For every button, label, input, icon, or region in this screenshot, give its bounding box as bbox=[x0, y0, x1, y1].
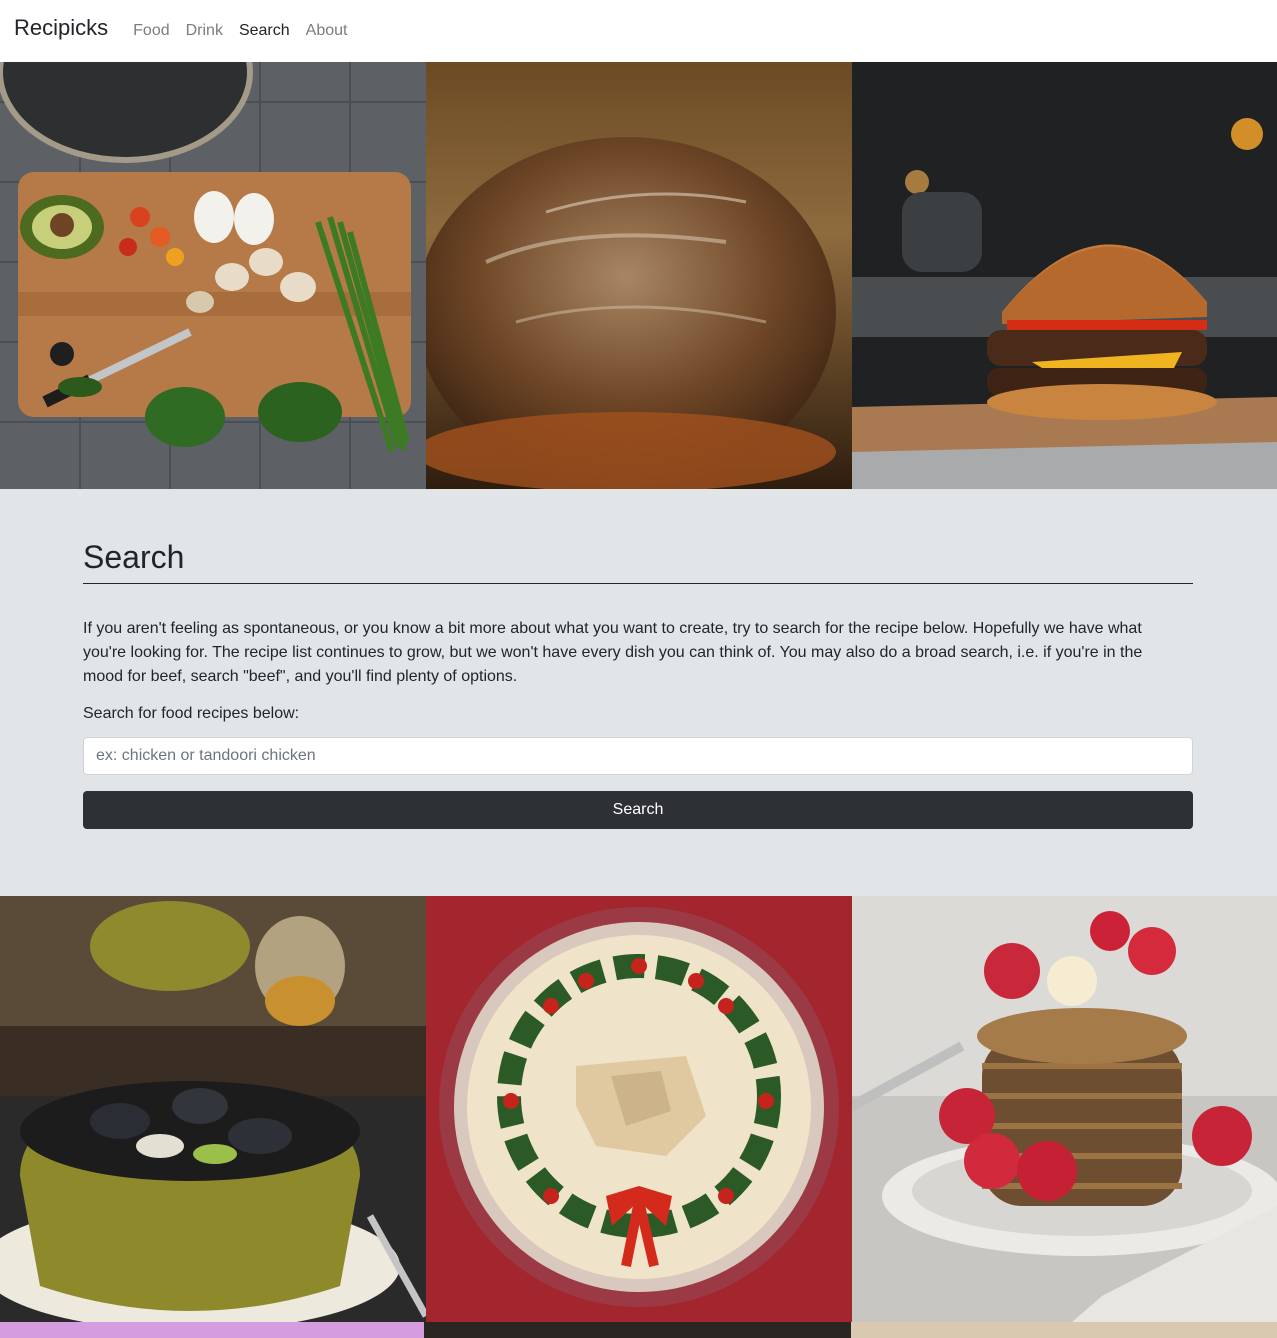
brand-logo[interactable]: Recipicks bbox=[14, 15, 108, 41]
search-prompt-label: Search for food recipes below: bbox=[83, 705, 300, 722]
cutting-board-ingredients-photo bbox=[0, 62, 426, 489]
bread-loaf-photo bbox=[426, 62, 852, 489]
top-image-row bbox=[0, 62, 1277, 489]
mussels-pot-photo bbox=[0, 896, 426, 1322]
intro-text: If you aren't feeling as spontaneous, or… bbox=[83, 620, 1143, 685]
holiday-wreath-dip-photo bbox=[426, 896, 852, 1322]
nav-link-food[interactable]: Food bbox=[133, 22, 169, 40]
nav-link-search[interactable]: Search bbox=[239, 22, 290, 40]
bottom-image-row bbox=[0, 896, 1277, 1322]
partial-photo-1 bbox=[0, 1322, 424, 1338]
burger-photo bbox=[852, 62, 1277, 489]
nav-link-drink[interactable]: Drink bbox=[186, 22, 223, 40]
page-title: Search bbox=[83, 539, 1193, 584]
search-input[interactable] bbox=[83, 737, 1193, 775]
partial-photo-2 bbox=[424, 1322, 851, 1338]
navbar: Recipicks Food Drink Search About bbox=[0, 0, 1277, 62]
partial-photo-3 bbox=[851, 1322, 1277, 1338]
partial-image-row bbox=[0, 1322, 1277, 1338]
search-section: Search If you aren't feeling as spontane… bbox=[0, 489, 1277, 896]
search-button[interactable]: Search bbox=[83, 791, 1193, 829]
pancakes-raspberries-photo bbox=[852, 896, 1277, 1322]
nav-link-about[interactable]: About bbox=[306, 22, 348, 40]
